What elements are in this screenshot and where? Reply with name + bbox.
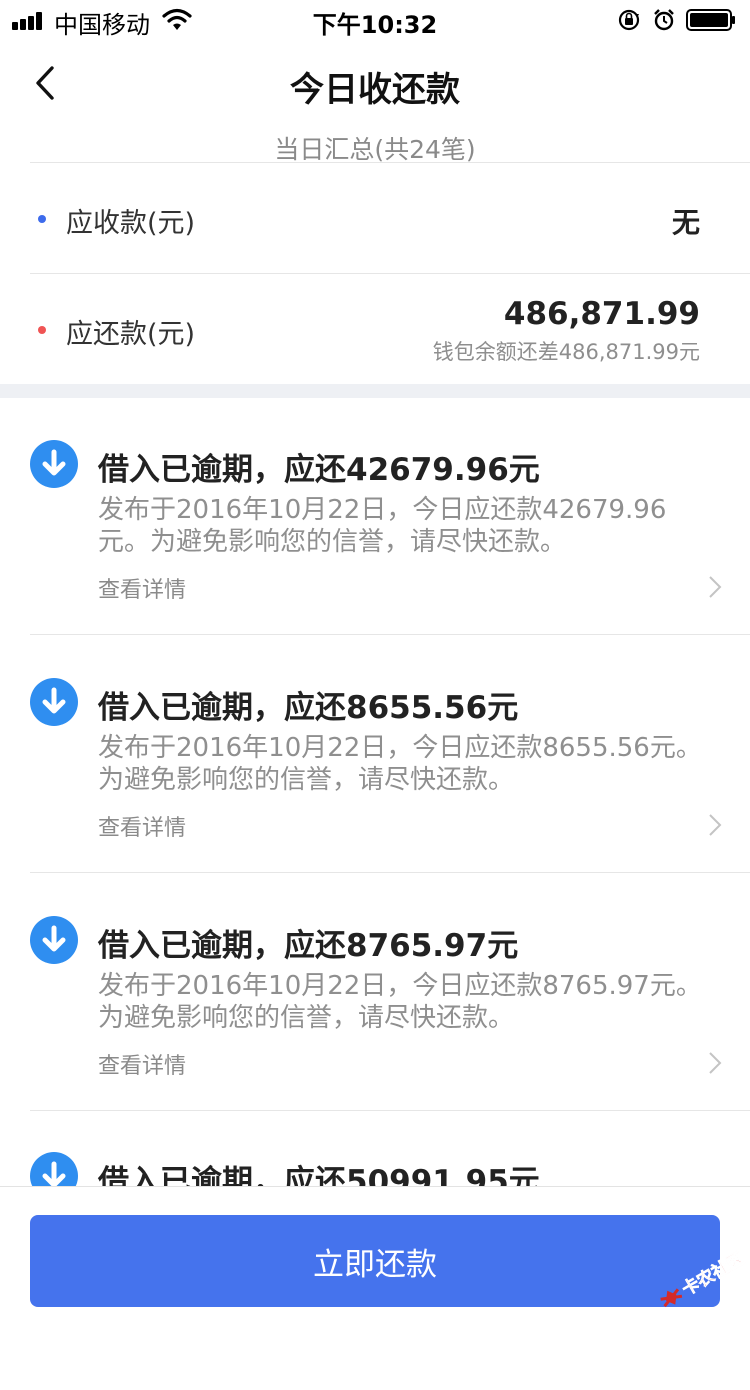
footer-bar: 立即还款 [0,1186,750,1335]
arrow-down-circle-icon [30,440,78,488]
payable-dot [38,326,46,334]
section-gap [0,384,750,398]
list-item[interactable]: 借入已逾期，应还42679.96元 发布于2016年10月22日，今日应还款42… [0,440,750,678]
list-item[interactable]: 借入已逾期，应还8765.97元 发布于2016年10月22日，今日应还款876… [0,916,750,1154]
payable-label: 应还款(元) [66,319,196,350]
item-title: 借入已逾期，应还42679.96元 [98,452,540,488]
item-title: 借入已逾期，应还8655.56元 [98,690,519,726]
divider [30,634,750,635]
view-details-link[interactable]: 查看详情 [98,1048,186,1080]
item-description: 发布于2016年10月22日，今日应还款42679.96元。为避免影响您的信誉，… [98,495,667,557]
payable-note: 钱包余额还差486,871.99元 [432,340,700,364]
divider [30,1110,750,1111]
chevron-right-icon[interactable] [706,1050,724,1076]
page-title: 今日收还款 [290,70,460,110]
receivable-label: 应收款(元) [66,208,196,239]
item-description: 发布于2016年10月22日，今日应还款8765.97元。为避免影响您的信誉，请… [98,971,702,1033]
arrow-down-circle-icon [30,678,78,726]
chevron-right-icon[interactable] [706,812,724,838]
payable-value: 486,871.99 [503,296,700,332]
arrow-down-circle-icon [30,916,78,964]
divider [30,872,750,873]
repay-now-button[interactable]: 立即还款 [30,1215,720,1307]
receivable-value: 无 [671,206,700,239]
battery-icon [686,9,735,31]
watermark-logo: 卡农社区 [660,1248,748,1308]
status-bar: 中国移动 下午10:32 [0,0,750,40]
receivable-dot [38,215,46,223]
payable-row: 应还款(元) 486,871.99 钱包余额还差486,871.99元 [0,274,750,384]
item-title: 借入已逾期，应还8765.97元 [98,928,519,964]
nav-bar: 今日收还款 [0,40,750,128]
list-item[interactable]: 借入已逾期，应还8655.56元 发布于2016年10月22日，今日应还款865… [0,678,750,916]
view-details-link[interactable]: 查看详情 [98,810,186,842]
svg-text:卡农社区: 卡农社区 [678,1248,747,1300]
alarm-icon [654,9,674,31]
summary-subtitle: 当日汇总(共24笔) [274,135,476,164]
receivable-row: 应收款(元) 无 [0,163,750,273]
view-details-link[interactable]: 查看详情 [98,572,186,604]
rotation-lock-icon [618,9,640,31]
chevron-right-icon[interactable] [706,574,724,600]
item-description: 发布于2016年10月22日，今日应还款8655.56元。为避免影响您的信誉，请… [98,733,702,795]
